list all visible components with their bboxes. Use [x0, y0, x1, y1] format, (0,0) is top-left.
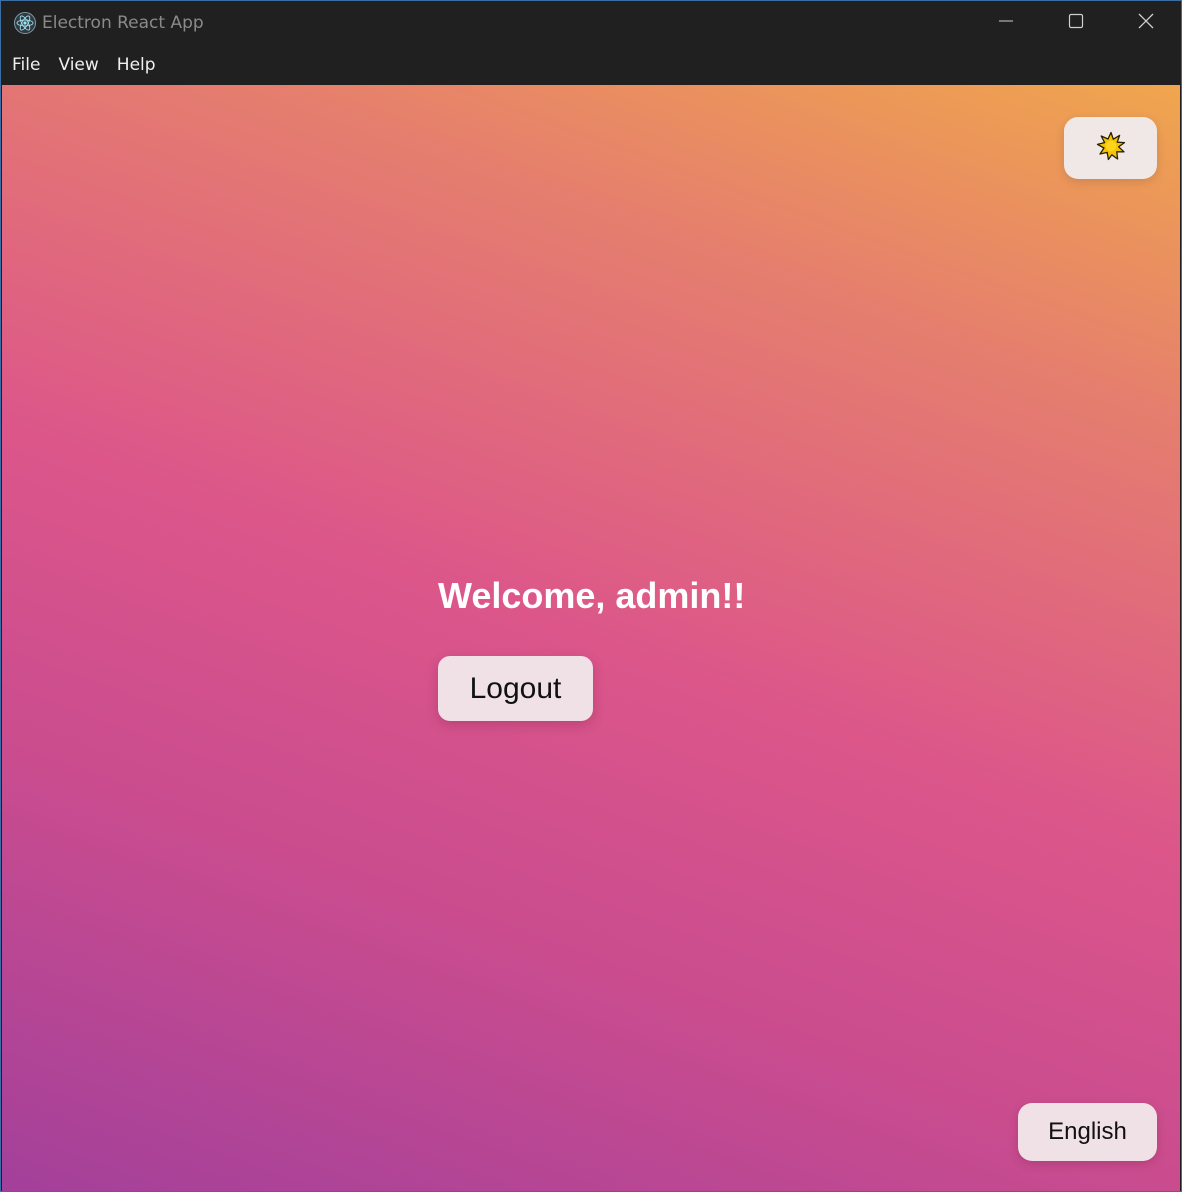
close-button[interactable] [1111, 1, 1181, 45]
menu-bar: File View Help [1, 45, 1181, 85]
menu-help[interactable]: Help [108, 45, 165, 85]
sun-icon [1096, 131, 1126, 166]
welcome-heading: Welcome, admin!! [438, 575, 746, 616]
maximize-icon [1068, 13, 1084, 34]
main-content: Welcome, admin!! Logout English [2, 85, 1180, 1191]
title-bar[interactable]: Electron React App [1, 1, 1181, 45]
maximize-button[interactable] [1041, 1, 1111, 45]
logout-button[interactable]: Logout [438, 656, 593, 721]
menu-file[interactable]: File [3, 45, 49, 85]
language-selector-button[interactable]: English [1018, 1103, 1157, 1161]
minimize-button[interactable] [971, 1, 1041, 45]
theme-toggle-button[interactable] [1064, 117, 1157, 179]
minimize-icon [998, 13, 1014, 34]
electron-atom-icon [14, 12, 36, 34]
menu-view[interactable]: View [49, 45, 107, 85]
window-title: Electron React App [42, 13, 204, 33]
close-icon [1137, 12, 1155, 35]
app-window: Electron React App File View Help Welcom… [0, 0, 1182, 1192]
